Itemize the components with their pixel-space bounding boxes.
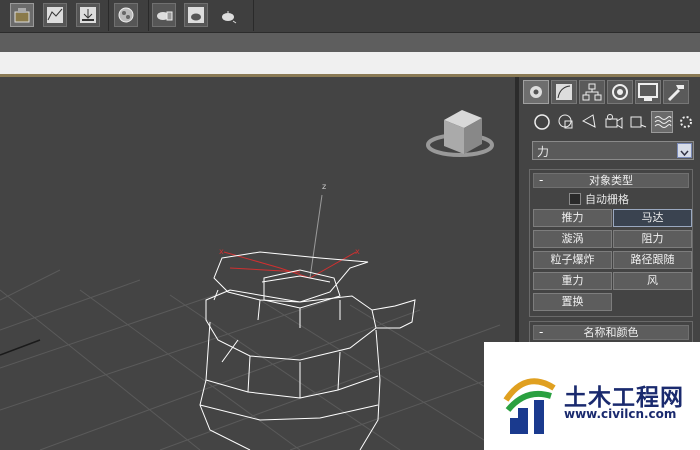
wind-button[interactable]: 风 (613, 272, 692, 290)
perspective-viewport[interactable]: z x x (0, 77, 515, 450)
category-dropdown[interactable]: 力 (532, 141, 694, 160)
subcat-shapes[interactable] (555, 111, 577, 133)
name-color-title: 名称和颜色 (583, 326, 639, 339)
drag-button[interactable]: 阻力 (613, 230, 692, 248)
geometry-icon (534, 114, 550, 130)
subcat-helpers[interactable] (627, 111, 649, 133)
path-follow-button[interactable]: 路径跟随 (613, 251, 692, 269)
x-axis-label-right: x (355, 247, 360, 256)
displace-button[interactable]: 置换 (533, 293, 612, 311)
category-dropdown-value: 力 (537, 145, 550, 159)
watermark: 土木工程网 www.civilcn.com (484, 342, 700, 450)
render-setup-icon (80, 7, 96, 23)
z-axis-label: z (322, 182, 326, 191)
render-button[interactable] (184, 3, 208, 27)
render-icon (188, 7, 204, 23)
toolbar-group-material (108, 0, 149, 31)
home-grid (0, 269, 515, 450)
space-warp-gizmo (223, 251, 357, 279)
x-axis-label-left: x (219, 247, 224, 256)
helpers-icon (630, 116, 647, 128)
render-frame-button[interactable] (152, 3, 176, 27)
material-editor-icon (118, 7, 134, 23)
pbomb-button[interactable]: 粒子爆炸 (533, 251, 612, 269)
hierarchy-icon (582, 83, 602, 101)
modify-icon (556, 84, 572, 100)
subcat-geometry[interactable] (531, 111, 553, 133)
subcat-cameras[interactable] (603, 111, 625, 133)
cameras-icon (605, 114, 623, 129)
systems-icon (680, 116, 692, 128)
name-color-header[interactable]: - 名称和颜色 (533, 325, 689, 340)
material-editor-button[interactable] (114, 3, 138, 27)
render-setup-button[interactable] (76, 3, 100, 27)
tab-display[interactable] (635, 80, 661, 104)
viewport-scene: z x x (0, 110, 515, 450)
space-warps-icon (654, 116, 672, 128)
curve-editor-icon (47, 7, 63, 23)
vortex-button[interactable]: 漩涡 (533, 230, 612, 248)
utilities-icon (667, 85, 684, 102)
tab-hierarchy[interactable] (579, 80, 605, 104)
viewport-label-bar (0, 52, 700, 77)
toolbar-group-editors (0, 0, 109, 31)
tab-motion[interactable] (607, 80, 633, 104)
schematic-view-icon (14, 8, 30, 23)
create-icon (530, 86, 542, 98)
motor-button[interactable]: 马达 (613, 209, 692, 227)
lights-icon (581, 114, 596, 128)
ribbon-strip (0, 32, 700, 53)
object-type-rollout: - 对象类型 自动栅格 推力 马达 漩涡 阻力 粒子爆炸 路径跟随 重力 风 置… (529, 169, 693, 317)
object-type-title: 对象类型 (589, 174, 633, 187)
schematic-view-button[interactable] (10, 3, 34, 27)
quick-render-icon (222, 11, 237, 24)
tab-utilities[interactable] (663, 80, 689, 104)
display-icon (638, 83, 658, 101)
tab-modify[interactable] (551, 80, 577, 104)
autogrid-checkbox[interactable] (569, 193, 581, 205)
push-button[interactable]: 推力 (533, 209, 612, 227)
autogrid-label: 自动栅格 (585, 193, 629, 206)
toolbar-group-render (148, 0, 254, 31)
shapes-icon (558, 114, 573, 129)
subcat-space-warps[interactable] (651, 111, 673, 133)
subcat-systems[interactable] (675, 111, 697, 133)
curve-editor-button[interactable] (43, 3, 67, 27)
viewcube[interactable] (426, 110, 494, 157)
gravity-button[interactable]: 重力 (533, 272, 612, 290)
subcat-lights[interactable] (579, 111, 601, 133)
quick-render-button[interactable] (216, 3, 240, 27)
render-frame-icon (157, 11, 173, 21)
civilcn-logo-icon (503, 378, 556, 434)
tab-create[interactable] (523, 80, 549, 104)
main-toolbar (0, 0, 700, 32)
chevron-down-icon[interactable] (677, 143, 692, 158)
watermark-url: www.civilcn.com (564, 407, 677, 421)
object-type-header[interactable]: - 对象类型 (533, 173, 689, 188)
motion-icon (612, 84, 628, 100)
